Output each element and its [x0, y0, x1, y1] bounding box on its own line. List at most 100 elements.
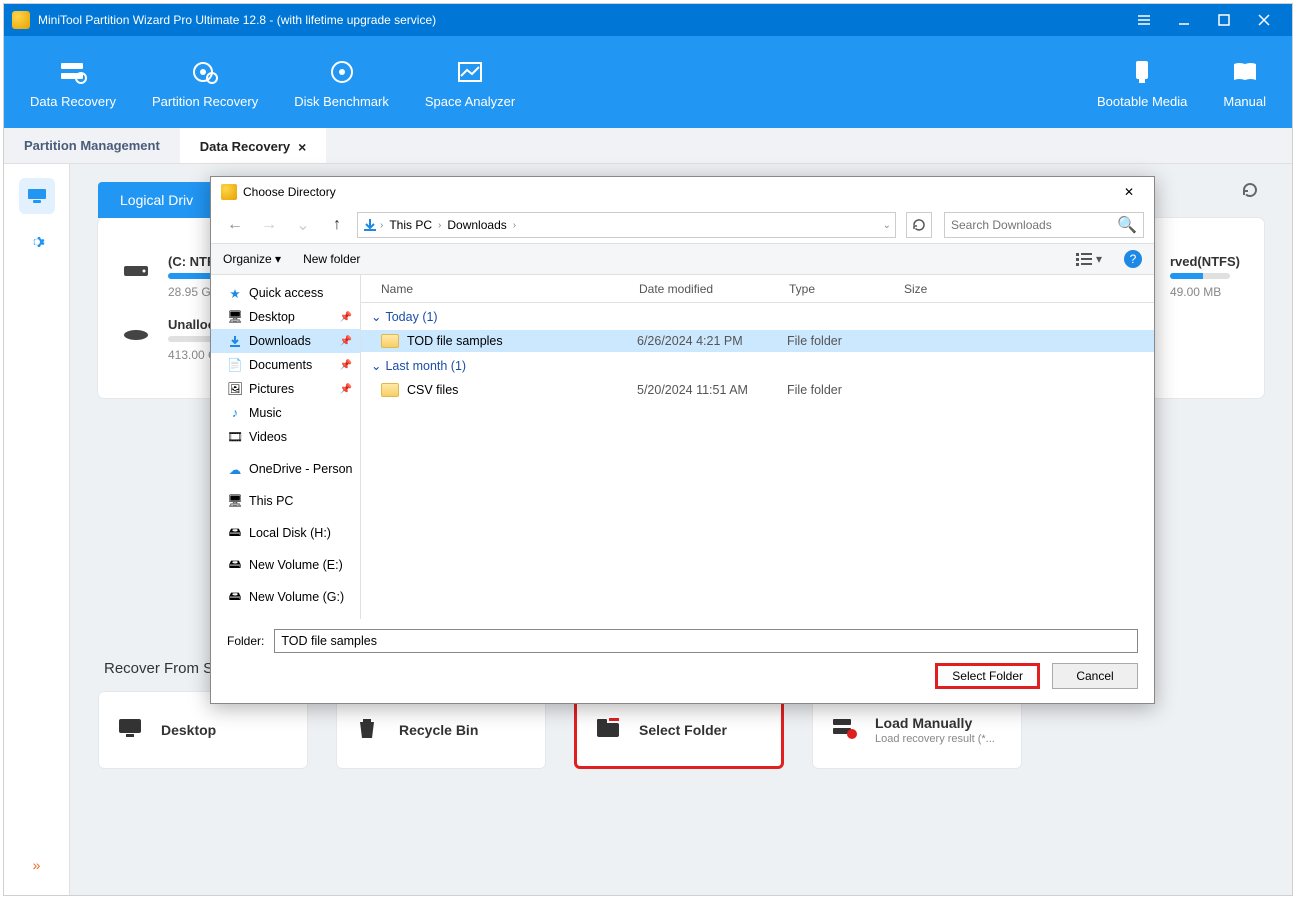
dialog-title: Choose Directory [243, 185, 336, 199]
load-icon [831, 716, 859, 745]
nav-recent-button[interactable]: ⌄ [289, 211, 317, 239]
hdd-icon [122, 254, 154, 285]
maximize-button[interactable] [1204, 4, 1244, 36]
dialog-footer: Folder: Select Folder Cancel [211, 619, 1154, 703]
tool-space-analyzer[interactable]: Space Analyzer [407, 48, 533, 117]
drive-item-reserved[interactable]: rved(NTFS) 49.00 MB [1170, 254, 1240, 299]
tool-disk-benchmark[interactable]: Disk Benchmark [276, 48, 407, 117]
app-icon [12, 11, 30, 29]
search-icon[interactable]: 🔍 [1117, 215, 1137, 235]
pin-icon: 📌 [340, 336, 352, 347]
nav-refresh-button[interactable] [906, 212, 932, 238]
documents-icon: 📄 [227, 357, 243, 373]
close-button[interactable] [1244, 4, 1284, 36]
tab-partition-management[interactable]: Partition Management [4, 128, 180, 163]
titlebar: MiniTool Partition Wizard Pro Ultimate 1… [4, 4, 1292, 36]
file-list: Today (1) TOD file samples 6/26/2024 4:2… [361, 303, 1154, 619]
dialog-icon [221, 184, 237, 200]
tree-pictures[interactable]: 🖼Pictures📌 [211, 377, 360, 401]
folder-icon [381, 383, 399, 397]
tool-label: Disk Benchmark [294, 94, 389, 109]
main-toolbar: Data Recovery Partition Recovery Disk Be… [4, 36, 1292, 128]
pin-icon: 📌 [340, 360, 352, 371]
tool-label: Space Analyzer [425, 94, 515, 109]
column-date[interactable]: Date modified [639, 282, 789, 296]
breadcrumb-segment[interactable]: This PC [385, 218, 436, 232]
organize-menu[interactable]: Organize ▾ [223, 252, 281, 266]
manual-icon [1223, 56, 1266, 88]
pc-icon: 🖥 [227, 493, 243, 509]
folder-name-input[interactable] [274, 629, 1138, 653]
sidebar-settings-button[interactable] [19, 224, 55, 260]
help-button[interactable]: ? [1124, 250, 1142, 268]
tree-desktop[interactable]: 🖥Desktop📌 [211, 305, 360, 329]
tree-onedrive[interactable]: ☁OneDrive - Person [211, 457, 360, 481]
download-arrow-icon [362, 217, 378, 233]
breadcrumb-segment[interactable]: Downloads [443, 218, 510, 232]
folder-label: Folder: [227, 634, 264, 648]
dialog-toolbar: Organize ▾ New folder ▾ ? [211, 243, 1154, 275]
pin-icon: 📌 [340, 312, 352, 323]
tree-new-volume-e[interactable]: 🖴New Volume (E:) [211, 553, 360, 577]
search-box[interactable]: 🔍 [944, 212, 1144, 238]
view-options-button[interactable]: ▾ [1076, 252, 1102, 266]
star-icon: ★ [227, 285, 243, 301]
tree-documents[interactable]: 📄Documents📌 [211, 353, 360, 377]
group-last-month[interactable]: Last month (1) [361, 352, 1154, 379]
minimize-button[interactable] [1164, 4, 1204, 36]
tree-videos[interactable]: 🎞Videos [211, 425, 360, 449]
select-folder-button[interactable]: Select Folder [935, 663, 1040, 689]
menu-button[interactable] [1124, 4, 1164, 36]
column-name[interactable]: Name [381, 282, 639, 296]
nav-forward-button[interactable]: → [255, 211, 283, 239]
tree-music[interactable]: ♪Music [211, 401, 360, 425]
tree-local-disk-h[interactable]: 🖴Local Disk (H:) [211, 521, 360, 545]
nav-up-button[interactable]: ↑ [323, 211, 351, 239]
logical-drive-tab[interactable]: Logical Driv [98, 182, 215, 218]
tool-label: Bootable Media [1097, 94, 1187, 109]
tab-bar: Partition Management Data Recovery× [4, 128, 1292, 164]
tool-data-recovery[interactable]: Data Recovery [12, 48, 134, 117]
select-folder-icon [595, 717, 623, 744]
tree-downloads[interactable]: Downloads📌 [211, 329, 360, 353]
music-icon: ♪ [227, 405, 243, 421]
tab-close-icon[interactable]: × [298, 139, 306, 155]
tree-new-volume-g[interactable]: 🖴New Volume (G:) [211, 585, 360, 609]
tool-bootable-media[interactable]: Bootable Media [1079, 48, 1205, 117]
column-type[interactable]: Type [789, 282, 904, 296]
dialog-titlebar: Choose Directory ✕ [211, 177, 1154, 207]
cancel-button[interactable]: Cancel [1052, 663, 1138, 689]
partition-recovery-icon [152, 56, 258, 88]
tool-label: Manual [1223, 94, 1266, 109]
file-row[interactable]: CSV files 5/20/2024 11:51 AM File folder [361, 379, 1154, 401]
tree-this-pc[interactable]: 🖥This PC [211, 489, 360, 513]
tool-partition-recovery[interactable]: Partition Recovery [134, 48, 276, 117]
dialog-nav: ← → ⌄ ↑ › This PC › Downloads › ⌄ 🔍 [211, 207, 1154, 243]
tool-label: Data Recovery [30, 94, 116, 109]
breadcrumb[interactable]: › This PC › Downloads › ⌄ [357, 212, 896, 238]
sidebar-expand-button[interactable]: » [19, 847, 55, 883]
pictures-icon: 🖼 [227, 381, 243, 397]
sidebar-drives-button[interactable] [19, 178, 55, 214]
onedrive-icon: ☁ [227, 461, 243, 477]
search-input[interactable] [951, 218, 1117, 232]
dialog-close-button[interactable]: ✕ [1114, 180, 1144, 204]
navigation-tree[interactable]: ★Quick access 🖥Desktop📌 Downloads📌 📄Docu… [211, 275, 361, 619]
drive-size: 49.00 MB [1170, 285, 1240, 299]
drive-name: rved(NTFS) [1170, 254, 1240, 269]
tool-manual[interactable]: Manual [1205, 48, 1284, 117]
bootable-media-icon [1097, 56, 1187, 88]
new-folder-button[interactable]: New folder [303, 252, 360, 266]
tab-data-recovery[interactable]: Data Recovery× [180, 128, 327, 163]
list-header: Name Date modified Type Size [361, 275, 1154, 303]
tree-quick-access[interactable]: ★Quick access [211, 281, 360, 305]
file-row[interactable]: TOD file samples 6/26/2024 4:21 PM File … [361, 330, 1154, 352]
folder-icon [381, 334, 399, 348]
group-today[interactable]: Today (1) [361, 303, 1154, 330]
pin-icon: 📌 [340, 384, 352, 395]
refresh-button[interactable] [1236, 176, 1264, 204]
window-title: MiniTool Partition Wizard Pro Ultimate 1… [38, 13, 1124, 27]
column-size[interactable]: Size [904, 282, 984, 296]
nav-back-button[interactable]: ← [221, 211, 249, 239]
breadcrumb-dropdown-icon[interactable]: ⌄ [883, 220, 891, 231]
